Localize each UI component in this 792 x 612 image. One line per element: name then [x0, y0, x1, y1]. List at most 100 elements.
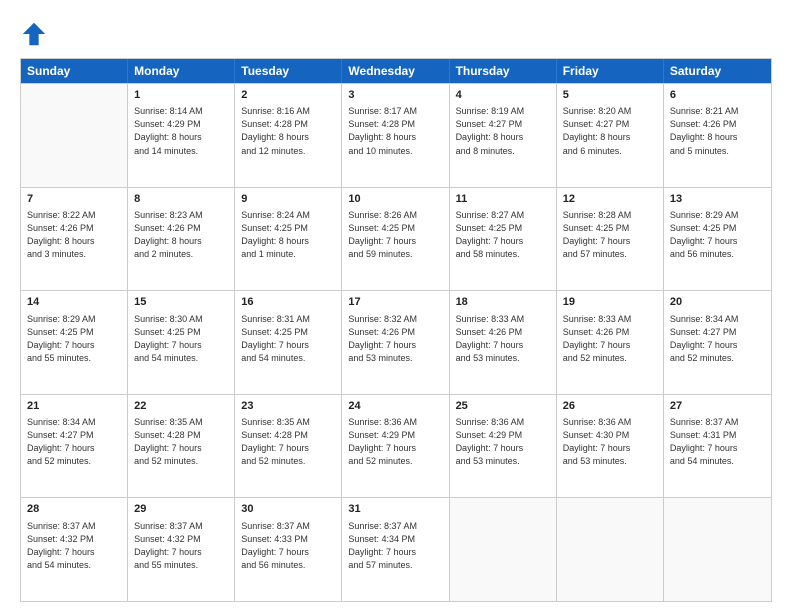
cell-info: Sunrise: 8:35 AMSunset: 4:28 PMDaylight:…: [134, 416, 228, 468]
day-number: 13: [670, 192, 765, 207]
cell-info: Sunrise: 8:26 AMSunset: 4:25 PMDaylight:…: [348, 209, 442, 261]
cell-info: Sunrise: 8:20 AMSunset: 4:27 PMDaylight:…: [563, 105, 657, 157]
cell-info: Sunrise: 8:22 AMSunset: 4:26 PMDaylight:…: [27, 209, 121, 261]
day-number: 3: [348, 88, 442, 103]
cal-cell-w4-d5: 25 Sunrise: 8:36 AMSunset: 4:29 PMDayligh…: [450, 395, 557, 498]
header-day-wednesday: Wednesday: [342, 59, 449, 83]
logo: [20, 20, 52, 48]
day-number: 31: [348, 502, 442, 517]
cal-cell-w5-d4: 31 Sunrise: 8:37 AMSunset: 4:34 PMDayligh…: [342, 498, 449, 601]
cal-cell-w2-d4: 10 Sunrise: 8:26 AMSunset: 4:25 PMDayligh…: [342, 188, 449, 291]
cell-info: Sunrise: 8:32 AMSunset: 4:26 PMDaylight:…: [348, 313, 442, 365]
cal-cell-w3-d2: 15Sunrise: 8:30 AMSunset: 4:25 PMDayligh…: [128, 291, 235, 394]
day-number: 12: [563, 192, 657, 207]
cal-cell-w1-d6: 5 Sunrise: 8:20 AMSunset: 4:27 PMDaylight…: [557, 84, 664, 187]
cell-info: Sunrise: 8:29 AMSunset: 4:25 PMDaylight:…: [670, 209, 765, 261]
page: SundayMondayTuesdayWednesdayThursdayFrid…: [0, 0, 792, 612]
cell-info: Sunrise: 8:17 AMSunset: 4:28 PMDaylight:…: [348, 105, 442, 157]
cell-info: Sunrise: 8:34 AMSunset: 4:27 PMDaylight:…: [27, 416, 121, 468]
cell-info: Sunrise: 8:37 AMSunset: 4:32 PMDaylight:…: [134, 520, 228, 572]
cal-cell-w3-d4: 17 Sunrise: 8:32 AMSunset: 4:26 PMDayligh…: [342, 291, 449, 394]
header-day-sunday: Sunday: [21, 59, 128, 83]
day-number: 27: [670, 399, 765, 414]
cal-cell-w4-d7: 27 Sunrise: 8:37 AMSunset: 4:31 PMDayligh…: [664, 395, 771, 498]
cal-cell-w2-d1: 7 Sunrise: 8:22 AMSunset: 4:26 PMDaylight…: [21, 188, 128, 291]
day-number: 18: [456, 295, 550, 310]
header-day-saturday: Saturday: [664, 59, 771, 83]
cell-info: Sunrise: 8:24 AMSunset: 4:25 PMDaylight:…: [241, 209, 335, 261]
header-day-friday: Friday: [557, 59, 664, 83]
cal-cell-w5-d1: 28 Sunrise: 8:37 AMSunset: 4:32 PMDayligh…: [21, 498, 128, 601]
day-number: 8: [134, 192, 228, 207]
calendar: SundayMondayTuesdayWednesdayThursdayFrid…: [20, 58, 772, 602]
cal-cell-w4-d6: 26 Sunrise: 8:36 AMSunset: 4:30 PMDayligh…: [557, 395, 664, 498]
cell-info: Sunrise: 8:19 AMSunset: 4:27 PMDaylight:…: [456, 105, 550, 157]
day-number: 19: [563, 295, 657, 310]
calendar-header: SundayMondayTuesdayWednesdayThursdayFrid…: [21, 59, 771, 83]
day-number: 1: [134, 88, 228, 103]
week-row-5: 28 Sunrise: 8:37 AMSunset: 4:32 PMDayligh…: [21, 497, 771, 601]
header: [20, 20, 772, 48]
day-number: 23: [241, 399, 335, 414]
logo-icon: [20, 20, 48, 48]
cal-cell-w4-d4: 24 Sunrise: 8:36 AMSunset: 4:29 PMDayligh…: [342, 395, 449, 498]
cell-info: Sunrise: 8:37 AMSunset: 4:32 PMDaylight:…: [27, 520, 121, 572]
cal-cell-w1-d1: [21, 84, 128, 187]
header-day-tuesday: Tuesday: [235, 59, 342, 83]
cal-cell-w3-d6: 19 Sunrise: 8:33 AMSunset: 4:26 PMDayligh…: [557, 291, 664, 394]
day-number: 7: [27, 192, 121, 207]
day-number: 25: [456, 399, 550, 414]
day-number: 9: [241, 192, 335, 207]
cal-cell-w3-d5: 18 Sunrise: 8:33 AMSunset: 4:26 PMDayligh…: [450, 291, 557, 394]
cell-info: Sunrise: 8:33 AMSunset: 4:26 PMDaylight:…: [563, 313, 657, 365]
day-number: 4: [456, 88, 550, 103]
cell-info: Sunrise: 8:37 AMSunset: 4:34 PMDaylight:…: [348, 520, 442, 572]
day-number: 6: [670, 88, 765, 103]
cal-cell-w4-d3: 23 Sunrise: 8:35 AMSunset: 4:28 PMDayligh…: [235, 395, 342, 498]
cal-cell-w3-d7: 20Sunrise: 8:34 AMSunset: 4:27 PMDayligh…: [664, 291, 771, 394]
cell-info: Sunrise: 8:35 AMSunset: 4:28 PMDaylight:…: [241, 416, 335, 468]
cell-info: Sunrise: 8:28 AMSunset: 4:25 PMDaylight:…: [563, 209, 657, 261]
day-number: 15: [134, 295, 228, 310]
cal-cell-w4-d1: 21 Sunrise: 8:34 AMSunset: 4:27 PMDayligh…: [21, 395, 128, 498]
day-number: 30: [241, 502, 335, 517]
day-number: 2: [241, 88, 335, 103]
cal-cell-w1-d3: 2Sunrise: 8:16 AMSunset: 4:28 PMDaylight…: [235, 84, 342, 187]
day-number: 17: [348, 295, 442, 310]
cell-info: Sunrise: 8:29 AMSunset: 4:25 PMDaylight:…: [27, 313, 121, 365]
day-number: 22: [134, 399, 228, 414]
cal-cell-w2-d6: 12 Sunrise: 8:28 AMSunset: 4:25 PMDayligh…: [557, 188, 664, 291]
cal-cell-w5-d3: 30 Sunrise: 8:37 AMSunset: 4:33 PMDayligh…: [235, 498, 342, 601]
cal-cell-w2-d2: 8Sunrise: 8:23 AMSunset: 4:26 PMDaylight…: [128, 188, 235, 291]
cal-cell-w5-d5: [450, 498, 557, 601]
week-row-1: 1Sunrise: 8:14 AMSunset: 4:29 PMDaylight…: [21, 83, 771, 187]
day-number: 28: [27, 502, 121, 517]
day-number: 16: [241, 295, 335, 310]
week-row-3: 14Sunrise: 8:29 AMSunset: 4:25 PMDayligh…: [21, 290, 771, 394]
week-row-2: 7 Sunrise: 8:22 AMSunset: 4:26 PMDaylight…: [21, 187, 771, 291]
cell-info: Sunrise: 8:37 AMSunset: 4:31 PMDaylight:…: [670, 416, 765, 468]
cell-info: Sunrise: 8:27 AMSunset: 4:25 PMDaylight:…: [456, 209, 550, 261]
cal-cell-w1-d2: 1Sunrise: 8:14 AMSunset: 4:29 PMDaylight…: [128, 84, 235, 187]
cell-info: Sunrise: 8:36 AMSunset: 4:29 PMDaylight:…: [456, 416, 550, 468]
day-number: 21: [27, 399, 121, 414]
cell-info: Sunrise: 8:34 AMSunset: 4:27 PMDaylight:…: [670, 313, 765, 365]
cell-info: Sunrise: 8:37 AMSunset: 4:33 PMDaylight:…: [241, 520, 335, 572]
cal-cell-w1-d7: 6Sunrise: 8:21 AMSunset: 4:26 PMDaylight…: [664, 84, 771, 187]
cell-info: Sunrise: 8:36 AMSunset: 4:29 PMDaylight:…: [348, 416, 442, 468]
cal-cell-w4-d2: 22 Sunrise: 8:35 AMSunset: 4:28 PMDayligh…: [128, 395, 235, 498]
cal-cell-w3-d1: 14Sunrise: 8:29 AMSunset: 4:25 PMDayligh…: [21, 291, 128, 394]
day-number: 24: [348, 399, 442, 414]
day-number: 26: [563, 399, 657, 414]
cal-cell-w5-d2: 29Sunrise: 8:37 AMSunset: 4:32 PMDayligh…: [128, 498, 235, 601]
cell-info: Sunrise: 8:36 AMSunset: 4:30 PMDaylight:…: [563, 416, 657, 468]
day-number: 10: [348, 192, 442, 207]
cell-info: Sunrise: 8:33 AMSunset: 4:26 PMDaylight:…: [456, 313, 550, 365]
day-number: 5: [563, 88, 657, 103]
cell-info: Sunrise: 8:31 AMSunset: 4:25 PMDaylight:…: [241, 313, 335, 365]
header-day-thursday: Thursday: [450, 59, 557, 83]
header-day-monday: Monday: [128, 59, 235, 83]
cal-cell-w1-d5: 4 Sunrise: 8:19 AMSunset: 4:27 PMDaylight…: [450, 84, 557, 187]
cal-cell-w5-d7: [664, 498, 771, 601]
cal-cell-w5-d6: [557, 498, 664, 601]
